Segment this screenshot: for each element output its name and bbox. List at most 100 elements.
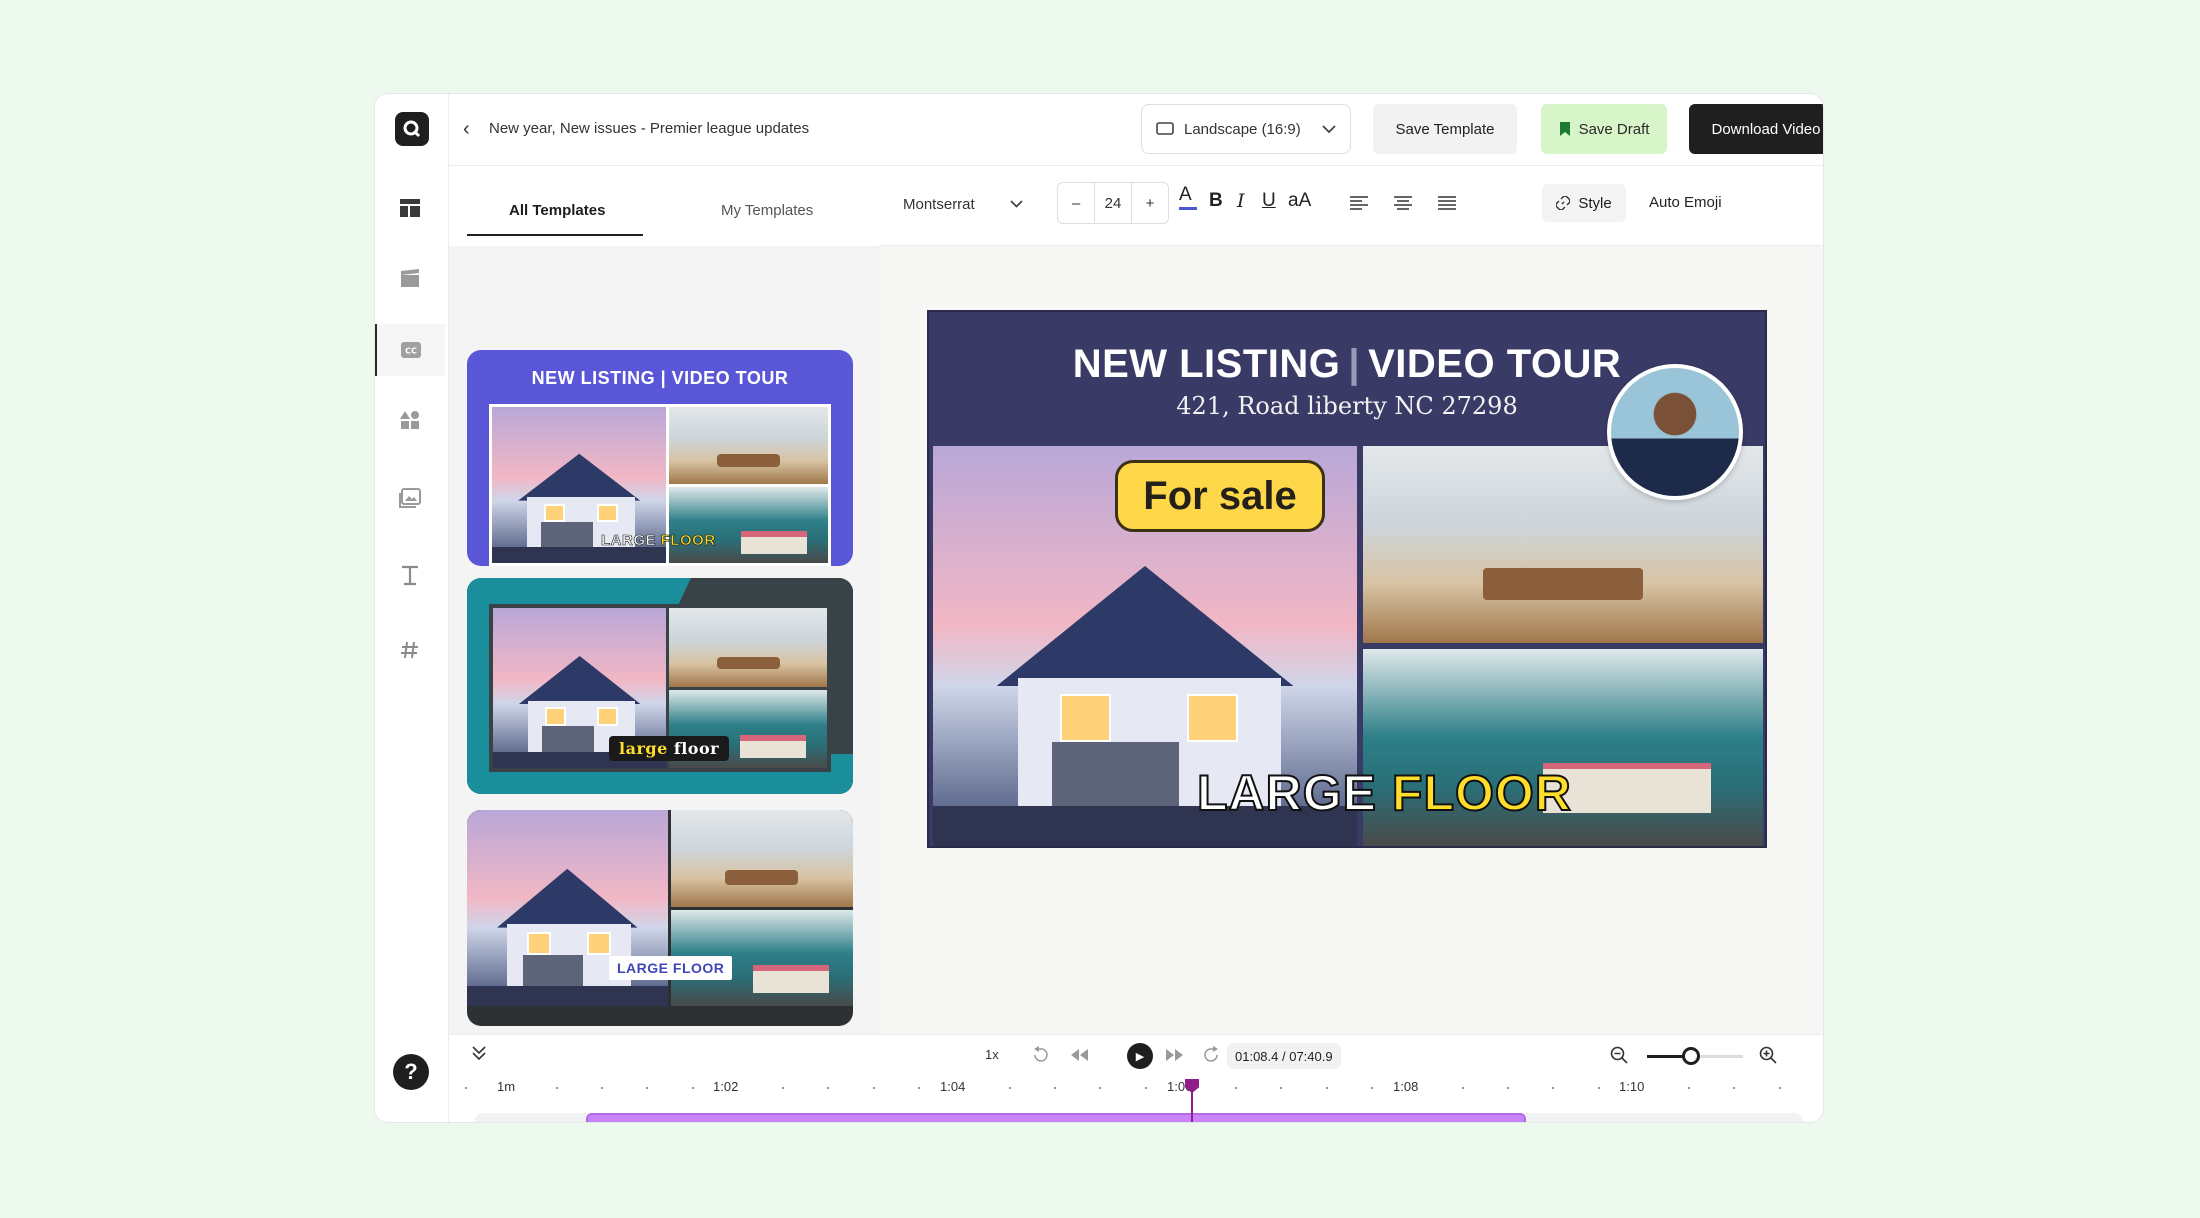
align-left-icon[interactable]: [1349, 194, 1369, 216]
svg-text:CC: CC: [405, 347, 417, 356]
top-header: ‹ New year, New issues - Premier league …: [449, 94, 1823, 166]
text-color-swatch: [1179, 207, 1197, 210]
ruler-dot: [1552, 1087, 1555, 1089]
ruler-tick-label: 1:08: [1393, 1079, 1419, 1094]
chevron-down-icon: [1322, 124, 1336, 133]
ruler-dot: [1008, 1087, 1011, 1089]
template-tabs: All Templates My Templates: [449, 166, 879, 246]
help-icon[interactable]: ?: [393, 1054, 429, 1090]
save-template-button[interactable]: Save Template: [1373, 104, 1517, 154]
align-center-icon[interactable]: [1393, 194, 1413, 216]
play-icon[interactable]: ▶: [1127, 1043, 1153, 1069]
agent-avatar[interactable]: [1607, 364, 1743, 500]
skip-back-icon[interactable]: [1069, 1048, 1089, 1065]
template-card-title: NEW LISTING | VIDEO TOUR: [531, 368, 789, 388]
for-sale-badge[interactable]: For sale: [1115, 460, 1325, 532]
editor-window: CC ? ‹ New year, New issues - Premier le…: [374, 93, 1824, 1123]
hashtag-icon[interactable]: [375, 624, 445, 676]
ruler-dot: [782, 1087, 785, 1089]
ruler-dot: [1325, 1087, 1328, 1089]
zoom-slider-handle[interactable]: [1682, 1047, 1701, 1065]
ruler-dot: [1778, 1087, 1781, 1089]
logo-icon[interactable]: [395, 112, 429, 146]
template-card[interactable]: large floor: [467, 578, 853, 794]
template-card-caption: large floor: [609, 736, 730, 761]
poster-title-part: NEW LISTING: [1072, 342, 1341, 386]
playback-controls: 1x ▶ 01:08.4 / 07:40.9: [449, 1035, 1823, 1075]
ruler-dot: [1053, 1087, 1056, 1089]
ruler-dot: [555, 1087, 558, 1089]
text-toolbar: Montserrat – 24 + A B I U aA Style Auto …: [879, 166, 1823, 246]
skip-forward-icon[interactable]: [1165, 1048, 1185, 1065]
chevron-left-icon[interactable]: ‹: [463, 118, 470, 141]
timeline: 1x ▶ 01:08.4 / 07:40.9 1m 1:02 1:04 1:06…: [449, 1034, 1823, 1122]
style-button[interactable]: Style: [1542, 184, 1626, 222]
font-size-stepper: – 24 +: [1057, 182, 1169, 224]
caption-word-highlight: FLOOR: [660, 532, 716, 550]
ruler-dot: [1371, 1087, 1373, 1089]
font-select[interactable]: Montserrat: [893, 184, 1033, 224]
auto-emoji-button[interactable]: Auto Emoji: [1649, 194, 1722, 211]
zoom-out-icon[interactable]: [1610, 1046, 1628, 1067]
ruler-dot: [600, 1087, 603, 1089]
active-tab-indicator: [467, 234, 643, 236]
increase-size-button[interactable]: +: [1132, 195, 1168, 212]
bold-button[interactable]: B: [1209, 190, 1223, 212]
clapper-icon[interactable]: [375, 252, 445, 304]
caption-overlay[interactable]: LARGE FLOOR: [1196, 764, 1572, 822]
caption-word: floor: [673, 739, 720, 758]
video-preview[interactable]: NEW LISTING | VIDEO TOUR 421, Road liberty…: [927, 310, 1767, 848]
ruler-tick-label: 1:10: [1619, 1079, 1645, 1094]
ruler-dot: [1733, 1087, 1736, 1089]
font-value: Montserrat: [903, 195, 975, 213]
save-draft-button[interactable]: Save Draft: [1541, 104, 1667, 154]
rewind-5-icon[interactable]: [1031, 1045, 1051, 1068]
ruler-dot: [1144, 1087, 1147, 1089]
aspect-ratio-select[interactable]: Landscape (16:9): [1141, 104, 1351, 154]
playhead[interactable]: [1191, 1085, 1193, 1122]
layout-icon[interactable]: [375, 182, 445, 234]
image-icon[interactable]: [375, 472, 445, 524]
ruler-tick-label: 1:02: [713, 1079, 739, 1094]
poster-title-separator: |: [1348, 342, 1361, 386]
tab-my-templates[interactable]: My Templates: [721, 202, 813, 219]
text-case-button[interactable]: aA: [1288, 190, 1311, 212]
tab-all-templates[interactable]: All Templates: [509, 202, 605, 219]
ruler-dot: [1597, 1087, 1600, 1089]
aspect-ratio-value: Landscape (16:9): [1184, 120, 1301, 138]
template-list: NEW LISTING | VIDEO TOUR LARGE FLOOR lar…: [449, 246, 879, 1046]
underline-button[interactable]: U: [1262, 190, 1276, 212]
align-justify-icon[interactable]: [1437, 194, 1457, 216]
project-title[interactable]: New year, New issues - Premier league up…: [489, 120, 809, 137]
ruler-dot: [1235, 1087, 1238, 1089]
text-icon[interactable]: [375, 549, 445, 601]
timeline-ruler[interactable]: 1m 1:02 1:04 1:06 1:08 1:10: [449, 1079, 1823, 1109]
ruler-tick-label: 1m: [497, 1079, 516, 1094]
italic-button[interactable]: I: [1237, 190, 1245, 212]
template-card-caption: LARGE FLOOR: [609, 956, 733, 980]
monitor-icon: [1156, 122, 1174, 135]
decrease-size-button[interactable]: –: [1058, 195, 1094, 212]
ruler-dot: [827, 1087, 830, 1089]
font-size-input[interactable]: 24: [1094, 183, 1132, 223]
template-card[interactable]: LARGE FLOOR: [467, 810, 853, 1026]
elements-icon[interactable]: [375, 394, 445, 446]
cc-icon[interactable]: CC: [375, 324, 445, 376]
ruler-dot: [1506, 1087, 1509, 1089]
zoom-in-icon[interactable]: [1759, 1046, 1777, 1067]
playback-speed[interactable]: 1x: [985, 1047, 999, 1062]
collapse-icon[interactable]: [471, 1045, 487, 1064]
caption-word: LARGE: [601, 532, 656, 550]
link-icon: [1556, 196, 1571, 210]
ruler-dot: [1099, 1087, 1102, 1089]
template-card-caption: LARGE FLOOR: [601, 532, 716, 550]
ruler-dot: [918, 1087, 920, 1089]
download-video-button[interactable]: Download Video: [1689, 104, 1823, 154]
canvas-area: NEW LISTING | VIDEO TOUR 421, Road liberty…: [879, 246, 1823, 1046]
ruler-tick-label: 1:04: [940, 1079, 966, 1094]
timeline-clip[interactable]: [586, 1113, 1526, 1122]
forward-5-icon[interactable]: [1201, 1045, 1221, 1068]
template-card[interactable]: NEW LISTING | VIDEO TOUR LARGE FLOOR: [467, 350, 853, 566]
text-color-button[interactable]: A: [1179, 184, 1197, 210]
ruler-dot: [465, 1087, 467, 1089]
